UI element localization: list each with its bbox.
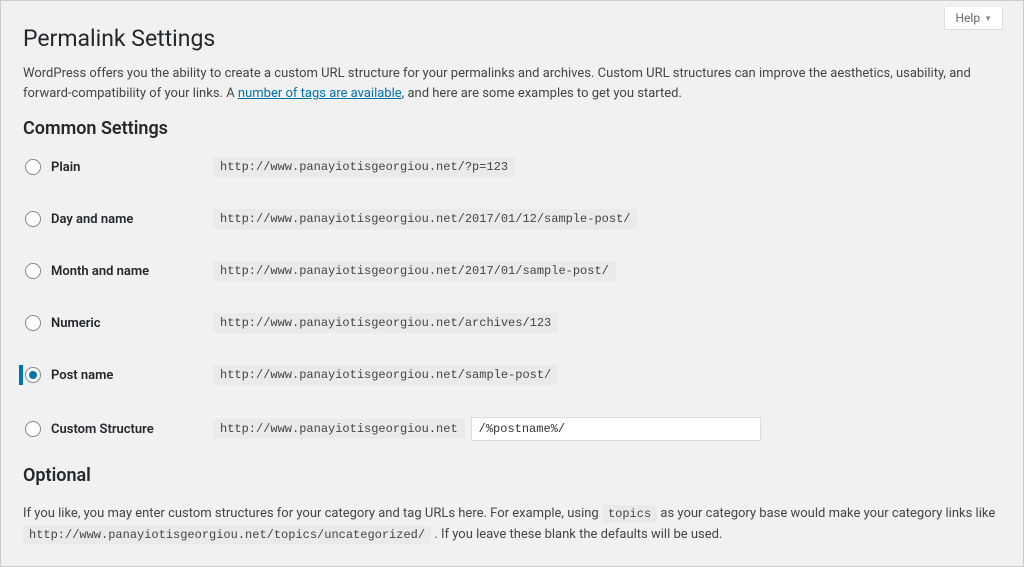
code-dayname: http://www.panayiotisgeorgiou.net/2017/0… xyxy=(213,209,637,229)
chevron-down-icon: ▼ xyxy=(984,14,992,23)
custom-base: http://www.panayiotisgeorgiou.net xyxy=(213,419,465,439)
radio-plain[interactable] xyxy=(25,159,41,175)
radio-label-numeric[interactable]: Numeric xyxy=(51,316,101,331)
option-dayname: Day and name http://www.panayiotisgeorgi… xyxy=(23,209,1001,229)
optional-paragraph: If you like, you may enter custom struct… xyxy=(23,504,1001,546)
tags-link[interactable]: number of tags are available xyxy=(238,86,402,101)
radio-label-plain[interactable]: Plain xyxy=(51,160,80,175)
radio-label-postname[interactable]: Post name xyxy=(51,368,113,383)
option-custom: Custom Structure http://www.panayiotisge… xyxy=(23,417,1001,441)
code-plain: http://www.panayiotisgeorgiou.net/?p=123 xyxy=(213,157,515,177)
code-numeric: http://www.panayiotisgeorgiou.net/archiv… xyxy=(213,313,558,333)
radio-label-monthname[interactable]: Month and name xyxy=(51,264,149,279)
option-monthname: Month and name http://www.panayiotisgeor… xyxy=(23,261,1001,281)
option-plain: Plain http://www.panayiotisgeorgiou.net/… xyxy=(23,157,1001,177)
radio-dayname[interactable] xyxy=(25,211,41,227)
radio-postname[interactable] xyxy=(25,367,41,383)
radio-label-dayname[interactable]: Day and name xyxy=(51,212,133,227)
common-settings-heading: Common Settings xyxy=(23,118,1001,139)
help-button[interactable]: Help ▼ xyxy=(944,7,1003,30)
intro-paragraph: WordPress offers you the ability to crea… xyxy=(23,64,1001,104)
custom-structure-input[interactable] xyxy=(471,417,761,441)
radio-label-custom[interactable]: Custom Structure xyxy=(51,422,154,437)
page-title: Permalink Settings xyxy=(23,25,1001,52)
radio-monthname[interactable] xyxy=(25,263,41,279)
radio-custom[interactable] xyxy=(25,421,41,437)
code-postname: http://www.panayiotisgeorgiou.net/sample… xyxy=(213,365,558,385)
code-monthname: http://www.panayiotisgeorgiou.net/2017/0… xyxy=(213,261,616,281)
topics-code: topics xyxy=(602,505,657,523)
help-label: Help xyxy=(955,11,980,25)
topics-url-code: http://www.panayiotisgeorgiou.net/topics… xyxy=(23,526,431,544)
option-postname: Post name http://www.panayiotisgeorgiou.… xyxy=(19,365,1001,385)
optional-heading: Optional xyxy=(23,465,1001,486)
radio-numeric[interactable] xyxy=(25,315,41,331)
option-numeric: Numeric http://www.panayiotisgeorgiou.ne… xyxy=(23,313,1001,333)
